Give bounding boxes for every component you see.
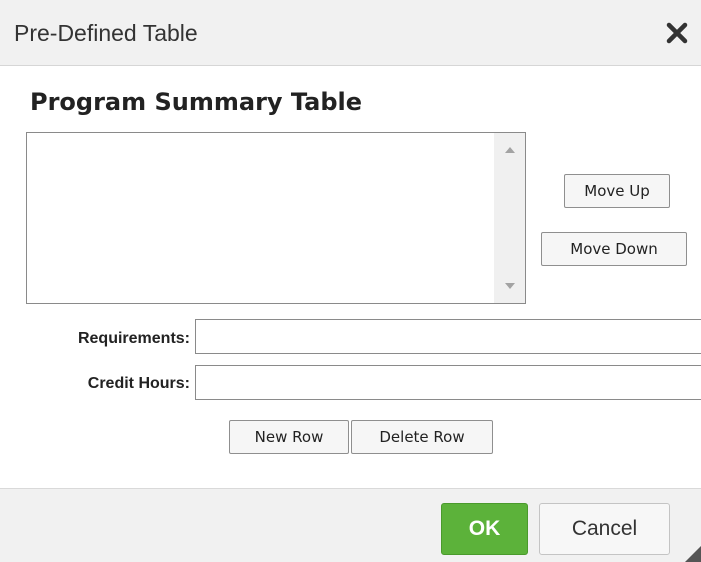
move-up-button[interactable]: Move Up — [564, 174, 670, 208]
ok-button[interactable]: OK — [441, 503, 528, 555]
requirements-label: Requirements: — [77, 330, 190, 347]
cancel-button[interactable]: Cancel — [539, 503, 670, 555]
scroll-down-button[interactable] — [494, 275, 525, 299]
dialog-footer: OK Cancel — [0, 488, 701, 562]
triangle-down-icon — [504, 283, 515, 289]
pre-defined-table-dialog: Pre-Defined Table Program Summary Table … — [0, 0, 701, 562]
requirements-input[interactable] — [195, 319, 701, 354]
triangle-up-icon — [504, 147, 515, 153]
new-row-button[interactable]: New Row — [229, 420, 349, 454]
table-rows-listbox[interactable] — [26, 132, 526, 304]
resize-grip-icon — [685, 546, 701, 562]
listbox-scrollbar[interactable] — [494, 133, 525, 303]
credit-hours-input[interactable] — [195, 365, 701, 400]
move-down-button[interactable]: Move Down — [541, 232, 687, 266]
section-title: Program Summary Table — [30, 88, 363, 116]
credit-hours-label: Credit Hours: — [87, 375, 190, 392]
resize-grip[interactable] — [680, 542, 701, 562]
scroll-up-button[interactable] — [494, 137, 525, 161]
close-button[interactable] — [660, 16, 694, 50]
dialog-titlebar: Pre-Defined Table — [0, 0, 701, 66]
delete-row-button[interactable]: Delete Row — [351, 420, 493, 454]
dialog-title: Pre-Defined Table — [14, 20, 198, 46]
close-icon — [666, 22, 688, 44]
